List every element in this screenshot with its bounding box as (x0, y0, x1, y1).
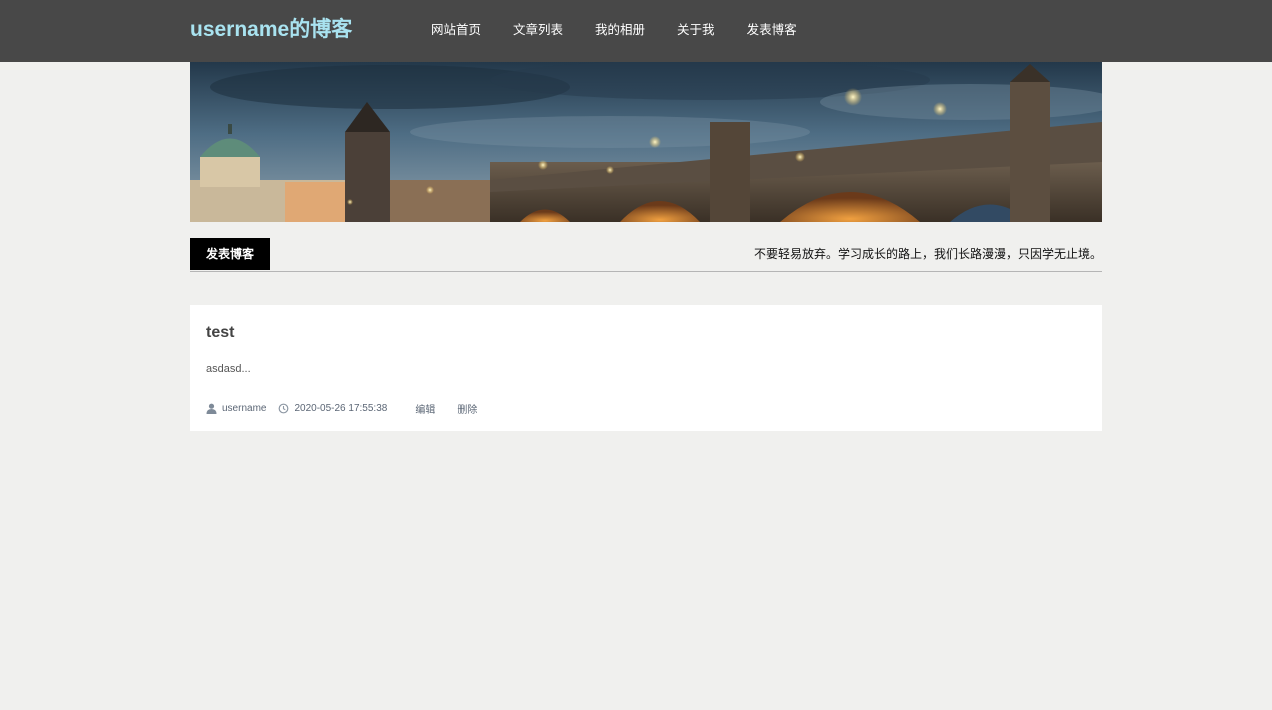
edit-post-link[interactable]: 编辑 (415, 401, 435, 416)
main-nav: 网站首页 文章列表 我的相册 关于我 发表博客 (431, 21, 829, 39)
nav-home[interactable]: 网站首页 (431, 21, 481, 39)
top-navbar: username的博客 网站首页 文章列表 我的相册 关于我 发表博客 (0, 0, 1272, 62)
post-title[interactable]: test (206, 323, 234, 343)
site-brand[interactable]: username的博客 (190, 16, 352, 44)
user-icon (206, 403, 217, 414)
sub-tab-bar: 发表博客 不要轻易放弃。学习成长的路上，我们长路漫漫，只因学无止境。 (190, 238, 1102, 272)
post-datetime: 2020-05-26 17:55:38 (294, 402, 388, 414)
banner-image (190, 62, 1102, 222)
post-card: test asdasd... username 2020-05-26 17:55… (190, 305, 1102, 431)
post-meta: username 2020-05-26 17:55:38 编辑 删除 (206, 401, 499, 416)
nav-article-list[interactable]: 文章列表 (513, 21, 563, 39)
post-author: username (222, 402, 267, 414)
motto-text: 不要轻易放弃。学习成长的路上，我们长路漫漫，只因学无止境。 (753, 247, 1102, 261)
tab-new-post[interactable]: 发表博客 (190, 238, 270, 270)
banner-bridge-illustration (190, 62, 1102, 222)
post-excerpt: asdasd... (206, 363, 251, 375)
nav-about[interactable]: 关于我 (677, 21, 715, 39)
clock-icon (278, 403, 289, 414)
nav-new-post[interactable]: 发表博客 (747, 21, 797, 39)
delete-post-link[interactable]: 删除 (457, 401, 477, 416)
nav-albums[interactable]: 我的相册 (595, 21, 645, 39)
